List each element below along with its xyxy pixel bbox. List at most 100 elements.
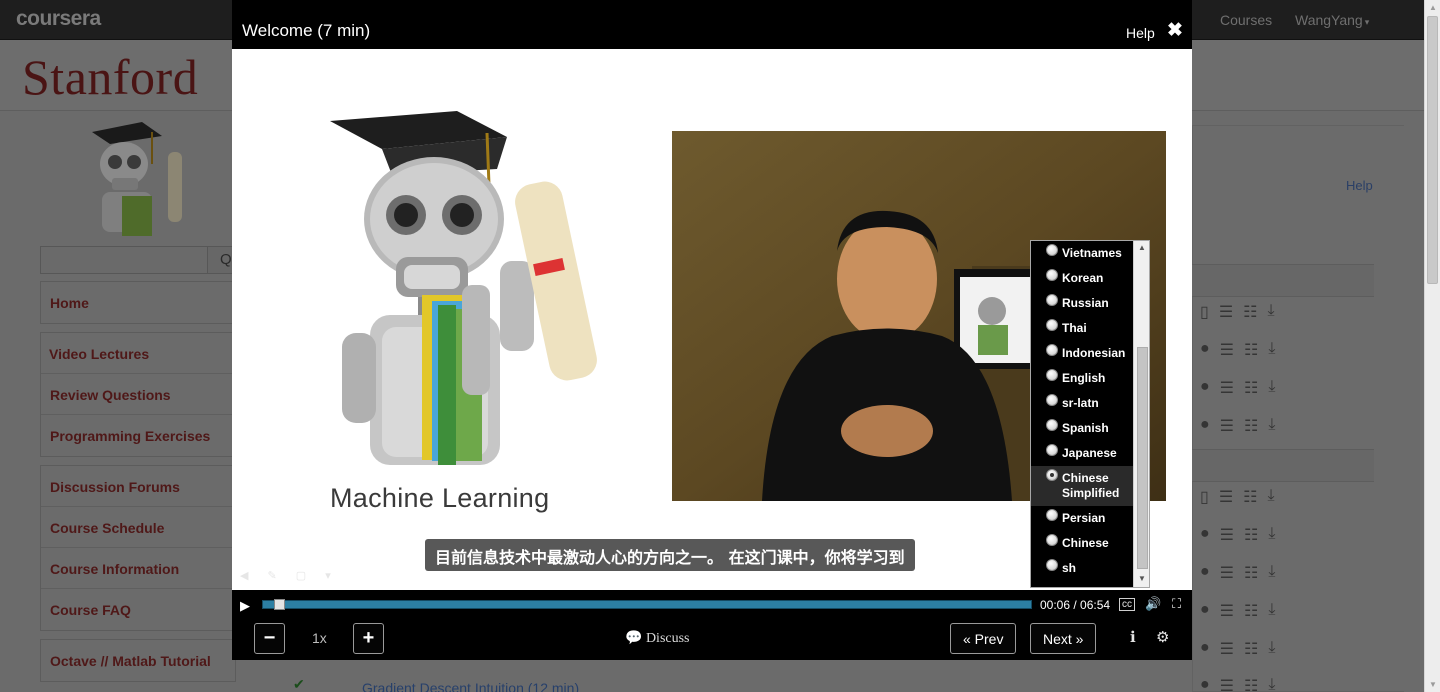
video-frame[interactable]: Machine Learning ◀ ✎ ▢ ▾ 目前信息技术中最激动人心的方向… bbox=[232, 49, 1192, 590]
download-icon[interactable]: ⤓ bbox=[1268, 639, 1275, 659]
sidebar-item-programming-exercises[interactable]: Programming Exercises bbox=[41, 415, 235, 456]
document-icon[interactable]: ▯ bbox=[1200, 302, 1209, 322]
volume-icon[interactable]: 🔊 bbox=[1145, 596, 1161, 612]
language-option[interactable]: Persian bbox=[1031, 506, 1133, 531]
radio-button[interactable] bbox=[1046, 444, 1058, 456]
next-button[interactable]: Next » bbox=[1030, 623, 1097, 654]
sidebar-item-course-schedule[interactable]: Course Schedule bbox=[41, 507, 235, 548]
list-icon[interactable]: ☷ bbox=[1244, 416, 1258, 436]
radio-button[interactable] bbox=[1046, 534, 1058, 546]
radio-button[interactable] bbox=[1046, 244, 1058, 256]
list-icon[interactable]: ☰ bbox=[1220, 378, 1234, 398]
list-icon[interactable]: ☰ bbox=[1220, 416, 1234, 436]
list-icon[interactable]: ☰ bbox=[1219, 487, 1233, 507]
radio-button[interactable] bbox=[1046, 419, 1058, 431]
prev-button[interactable]: « Prev bbox=[950, 623, 1017, 654]
list-icon[interactable]: ☷ bbox=[1243, 302, 1257, 322]
list-icon[interactable]: ☷ bbox=[1244, 601, 1258, 621]
document-icon[interactable]: ▯ bbox=[1200, 487, 1209, 507]
language-option[interactable]: Japanese bbox=[1031, 441, 1133, 466]
comment-icon[interactable]: ● bbox=[1200, 340, 1210, 360]
radio-button[interactable] bbox=[1046, 509, 1058, 521]
radio-button[interactable] bbox=[1046, 294, 1058, 306]
background-help-link[interactable]: Help bbox=[1346, 178, 1373, 193]
download-icon[interactable]: ⤓ bbox=[1268, 340, 1275, 360]
sidebar-item-octave-matlab-tutorial[interactable]: Octave // Matlab Tutorial bbox=[41, 640, 235, 681]
user-menu[interactable]: WangYang ▾ bbox=[1295, 12, 1369, 28]
progress-handle[interactable] bbox=[274, 599, 285, 610]
fullscreen-icon[interactable]: ⛶ bbox=[1172, 596, 1181, 612]
radio-button[interactable] bbox=[1046, 269, 1058, 281]
radio-button[interactable] bbox=[1046, 394, 1058, 406]
gear-icon[interactable]: ⚙ bbox=[1156, 628, 1169, 646]
sidebar-item-discussion-forums[interactable]: Discussion Forums bbox=[41, 466, 235, 507]
sidebar-item-course-faq[interactable]: Course FAQ bbox=[41, 589, 235, 630]
comment-icon[interactable]: ● bbox=[1200, 676, 1210, 692]
comment-icon[interactable]: ● bbox=[1200, 416, 1210, 436]
list-icon[interactable]: ☰ bbox=[1220, 340, 1234, 360]
scrollbar-thumb[interactable] bbox=[1137, 347, 1148, 569]
scroll-down-arrow-icon[interactable]: ▼ bbox=[1429, 680, 1437, 689]
comment-icon[interactable]: ● bbox=[1200, 639, 1210, 659]
language-option[interactable]: Indonesian bbox=[1031, 341, 1133, 366]
list-icon[interactable]: ☷ bbox=[1244, 378, 1258, 398]
radio-button[interactable] bbox=[1046, 344, 1058, 356]
lecture-link[interactable]: Gradient Descent Intuition (12 min) bbox=[362, 680, 579, 692]
comment-icon[interactable]: ● bbox=[1200, 563, 1210, 583]
language-menu-scrollbar[interactable]: ▲ ▼ bbox=[1133, 241, 1149, 587]
list-icon[interactable]: ☰ bbox=[1220, 601, 1234, 621]
language-option[interactable]: Vietnames bbox=[1031, 241, 1133, 266]
download-icon[interactable]: ⤓ bbox=[1268, 416, 1275, 436]
radio-button[interactable] bbox=[1046, 369, 1058, 381]
list-icon[interactable]: ☷ bbox=[1244, 340, 1258, 360]
download-icon[interactable]: ⤓ bbox=[1268, 601, 1275, 621]
sidebar-item-review-questions[interactable]: Review Questions bbox=[41, 374, 235, 415]
language-option[interactable]: Chinese Simplified bbox=[1031, 466, 1133, 506]
scroll-up-arrow-icon[interactable]: ▲ bbox=[1138, 243, 1146, 252]
list-icon[interactable]: ☷ bbox=[1244, 525, 1258, 545]
language-option[interactable]: sr-latn bbox=[1031, 391, 1133, 416]
comment-icon[interactable]: ● bbox=[1200, 525, 1210, 545]
language-option[interactable]: Thai bbox=[1031, 316, 1133, 341]
language-option[interactable]: Russian bbox=[1031, 291, 1133, 316]
info-icon[interactable]: ℹ bbox=[1130, 628, 1136, 646]
list-icon[interactable]: ☷ bbox=[1244, 563, 1258, 583]
list-icon[interactable]: ☰ bbox=[1220, 676, 1234, 692]
sidebar-item-course-information[interactable]: Course Information bbox=[41, 548, 235, 589]
download-icon[interactable]: ⤓ bbox=[1268, 525, 1275, 545]
progress-bar[interactable] bbox=[262, 599, 1032, 610]
radio-button[interactable] bbox=[1046, 319, 1058, 331]
scrollbar-thumb[interactable] bbox=[1427, 16, 1438, 284]
radio-button[interactable] bbox=[1046, 469, 1058, 481]
list-icon[interactable]: ☷ bbox=[1244, 639, 1258, 659]
list-icon[interactable]: ☰ bbox=[1220, 563, 1234, 583]
download-icon[interactable]: ⤓ bbox=[1268, 378, 1275, 398]
list-icon[interactable]: ☷ bbox=[1243, 487, 1257, 507]
closed-captions-icon[interactable]: cc bbox=[1119, 598, 1135, 611]
download-icon[interactable]: ⤓ bbox=[1268, 563, 1275, 583]
list-icon[interactable]: ☷ bbox=[1244, 676, 1258, 692]
download-icon[interactable]: ⤓ bbox=[1268, 302, 1275, 322]
scroll-up-arrow-icon[interactable]: ▲ bbox=[1429, 3, 1437, 12]
increase-speed-button[interactable]: + bbox=[353, 623, 384, 654]
sidebar-item-video-lectures[interactable]: Video Lectures bbox=[41, 333, 235, 374]
page-scrollbar[interactable]: ▲ ▼ bbox=[1424, 0, 1440, 692]
list-icon[interactable]: ☰ bbox=[1220, 525, 1234, 545]
comment-icon[interactable]: ● bbox=[1200, 378, 1210, 398]
sidebar-item-home[interactable]: Home bbox=[41, 282, 235, 323]
decrease-speed-button[interactable]: − bbox=[254, 623, 285, 654]
modal-help-link[interactable]: Help bbox=[1126, 25, 1155, 41]
play-icon[interactable]: ▶ bbox=[240, 598, 250, 614]
language-option[interactable]: English bbox=[1031, 366, 1133, 391]
comment-icon[interactable]: ● bbox=[1200, 601, 1210, 621]
download-icon[interactable]: ⤓ bbox=[1268, 676, 1275, 692]
courses-link[interactable]: Courses bbox=[1220, 12, 1272, 28]
radio-button[interactable] bbox=[1046, 559, 1058, 571]
list-icon[interactable]: ☰ bbox=[1220, 639, 1234, 659]
list-icon[interactable]: ☰ bbox=[1219, 302, 1233, 322]
subtitle-language-menu[interactable]: Vietnames Korean Russian Thai Indonesian Engl… bbox=[1030, 240, 1150, 588]
download-icon[interactable]: ⤓ bbox=[1268, 487, 1275, 507]
language-option[interactable]: Korean bbox=[1031, 266, 1133, 291]
search-input[interactable] bbox=[40, 246, 208, 274]
language-option[interactable]: Chinese bbox=[1031, 531, 1133, 556]
